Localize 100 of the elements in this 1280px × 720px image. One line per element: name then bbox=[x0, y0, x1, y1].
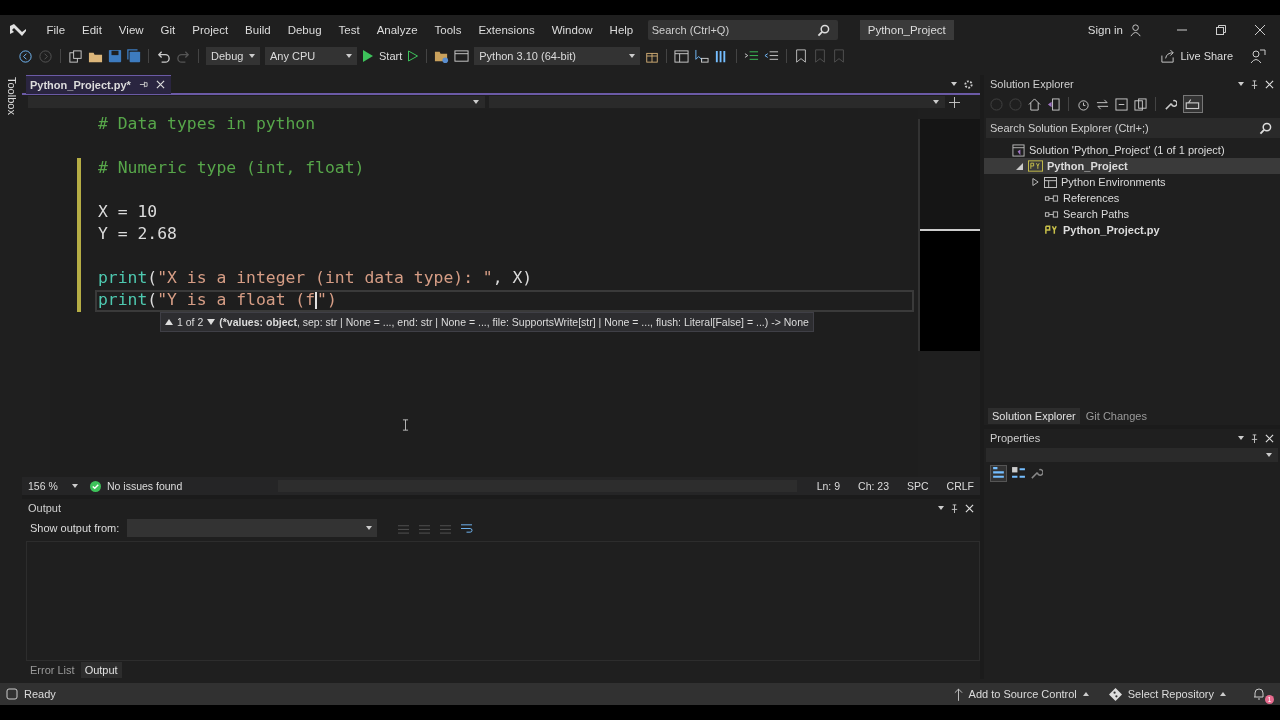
code-line: X = 10 bbox=[77, 202, 914, 224]
python-file-icon bbox=[1044, 224, 1059, 236]
wrench-icon[interactable] bbox=[1030, 466, 1043, 480]
solution-name-badge: Python_Project bbox=[859, 20, 954, 40]
close-icon[interactable] bbox=[1255, 25, 1265, 35]
categorized-icon[interactable] bbox=[990, 464, 1007, 482]
restore-icon[interactable] bbox=[1216, 25, 1226, 35]
alphabetical-icon[interactable] bbox=[1011, 465, 1026, 481]
back-icon[interactable] bbox=[18, 48, 33, 64]
panel-tab[interactable]: Git Changes bbox=[1081, 408, 1151, 424]
toolbox-tab[interactable]: Toolbox bbox=[6, 77, 18, 115]
sign-in-link[interactable]: Sign in bbox=[1087, 24, 1123, 36]
menu-item[interactable]: Edit bbox=[73, 24, 111, 36]
pointer-icon[interactable] bbox=[694, 48, 710, 64]
menu-item[interactable]: Project bbox=[183, 24, 237, 36]
tree-item[interactable]: References bbox=[984, 190, 1280, 206]
start-button[interactable]: Start bbox=[379, 50, 403, 62]
panel-title: Solution Explorer bbox=[990, 78, 1074, 90]
close-icon[interactable] bbox=[155, 80, 165, 89]
status-icon bbox=[6, 688, 18, 700]
tree-item[interactable]: Solution 'Python_Project' (1 of 1 project) bbox=[984, 142, 1280, 158]
new-project-icon[interactable] bbox=[68, 48, 83, 64]
environment-dropdown[interactable]: Python 3.10 (64-bit) bbox=[474, 47, 641, 65]
preview-icon[interactable] bbox=[1183, 95, 1203, 113]
signature-text: (*values: object, sep: str | None = ..., end: str | None = ..., file: SupportsWrite[str] | None = ..., flush: Literal[False] = ...) -> None bbox=[219, 316, 809, 328]
solution-switch-icon[interactable] bbox=[1047, 97, 1060, 111]
close-icon[interactable] bbox=[1265, 79, 1274, 89]
save-all-icon[interactable] bbox=[127, 49, 141, 63]
wrench-icon[interactable] bbox=[1164, 97, 1177, 111]
person-icon[interactable] bbox=[1129, 22, 1144, 38]
pin-icon[interactable] bbox=[1250, 433, 1259, 443]
panel-layout-icon bbox=[1044, 176, 1057, 188]
close-icon[interactable] bbox=[965, 503, 974, 513]
git-diamond-icon bbox=[1108, 687, 1122, 701]
play-icon[interactable] bbox=[362, 50, 374, 62]
check-circle-icon bbox=[90, 480, 101, 492]
panel-title: Output bbox=[28, 502, 62, 514]
menu-item[interactable]: View bbox=[110, 24, 153, 36]
pin-icon[interactable] bbox=[1250, 79, 1259, 89]
panel-tab[interactable]: Solution Explorer bbox=[988, 408, 1080, 424]
python-project-icon bbox=[1028, 160, 1043, 172]
zoom-dropdown[interactable]: 156 % bbox=[28, 480, 84, 492]
menu-item[interactable]: Extensions bbox=[469, 24, 544, 36]
configuration-dropdown[interactable]: Debug bbox=[206, 47, 260, 65]
platform-dropdown[interactable]: Any CPU bbox=[265, 47, 357, 65]
line-indicator[interactable]: Ln: 9 bbox=[810, 480, 847, 492]
split-icon[interactable] bbox=[949, 96, 960, 108]
expanded-arrow-icon[interactable] bbox=[1015, 162, 1023, 170]
collapse-icon[interactable] bbox=[1115, 97, 1128, 111]
link-nodes-icon bbox=[1044, 210, 1059, 218]
menu-item[interactable]: Build bbox=[236, 24, 280, 36]
save-icon[interactable] bbox=[108, 49, 122, 63]
window-icon[interactable] bbox=[454, 48, 470, 64]
pin-icon[interactable] bbox=[138, 80, 148, 89]
menu-item[interactable]: File bbox=[38, 24, 74, 36]
menu-item[interactable]: Tools bbox=[426, 24, 470, 36]
panel-tab[interactable]: Output bbox=[80, 662, 122, 678]
feedback-icon[interactable] bbox=[1250, 48, 1266, 64]
live-share-button[interactable]: Live Share bbox=[1180, 50, 1233, 62]
tree-item[interactable]: Python_Project.py bbox=[984, 222, 1280, 238]
menu-item[interactable]: Help bbox=[601, 24, 642, 36]
copy-icon[interactable] bbox=[1134, 97, 1147, 111]
pin-icon[interactable] bbox=[950, 503, 959, 513]
issues-indicator[interactable]: No issues found bbox=[107, 480, 183, 492]
menu-item[interactable]: Window bbox=[543, 24, 602, 36]
link-nodes-icon bbox=[1044, 194, 1059, 202]
column-indicator[interactable]: Ch: 23 bbox=[852, 480, 895, 492]
panel-title: Properties bbox=[990, 432, 1041, 444]
play-outline-icon[interactable] bbox=[407, 50, 420, 62]
menu-item[interactable]: Git bbox=[152, 24, 184, 36]
add-to-source-control-button[interactable]: Add to Source Control bbox=[953, 687, 1089, 701]
document-tab[interactable]: Python_Project.py* bbox=[26, 74, 171, 94]
search-icon bbox=[816, 24, 830, 37]
layout-icon[interactable] bbox=[674, 48, 690, 64]
close-icon[interactable] bbox=[1265, 433, 1274, 443]
clock-icon[interactable] bbox=[1077, 97, 1090, 111]
word-wrap-icon[interactable] bbox=[460, 522, 474, 534]
tree-item[interactable]: Python_Project bbox=[984, 158, 1280, 174]
collapsed-arrow-icon[interactable] bbox=[1031, 178, 1039, 186]
search-field[interactable]: Search (Ctrl+Q) bbox=[647, 20, 838, 40]
share-icon[interactable] bbox=[1160, 48, 1176, 64]
output-source-label: Show output from: bbox=[30, 522, 120, 534]
bell-icon bbox=[1252, 687, 1266, 701]
panel-tab[interactable]: Error List bbox=[26, 662, 79, 678]
up-arrow-icon bbox=[953, 687, 963, 701]
sync-arrows-icon[interactable] bbox=[1096, 97, 1109, 111]
bookmark-icon[interactable] bbox=[794, 49, 809, 63]
menu-item[interactable]: Analyze bbox=[368, 24, 427, 36]
menu-item[interactable]: Test bbox=[330, 24, 369, 36]
select-repository-button[interactable]: Select Repository bbox=[1108, 687, 1226, 701]
tree-item[interactable]: Search Paths bbox=[984, 206, 1280, 222]
line-ending-indicator[interactable]: CRLF bbox=[940, 480, 980, 492]
tree-item[interactable]: Python Environments bbox=[984, 174, 1280, 190]
indent-indicator[interactable]: SPC bbox=[901, 480, 935, 492]
search-field[interactable]: Search Solution Explorer (Ctrl+;) bbox=[986, 118, 1280, 138]
overload-counter[interactable]: 1 of 2 bbox=[177, 316, 204, 328]
menu-item[interactable]: Debug bbox=[279, 24, 331, 36]
code-line: # Data types in python bbox=[97, 114, 317, 135]
search-icon bbox=[1259, 122, 1272, 135]
home-icon[interactable] bbox=[1028, 97, 1041, 111]
